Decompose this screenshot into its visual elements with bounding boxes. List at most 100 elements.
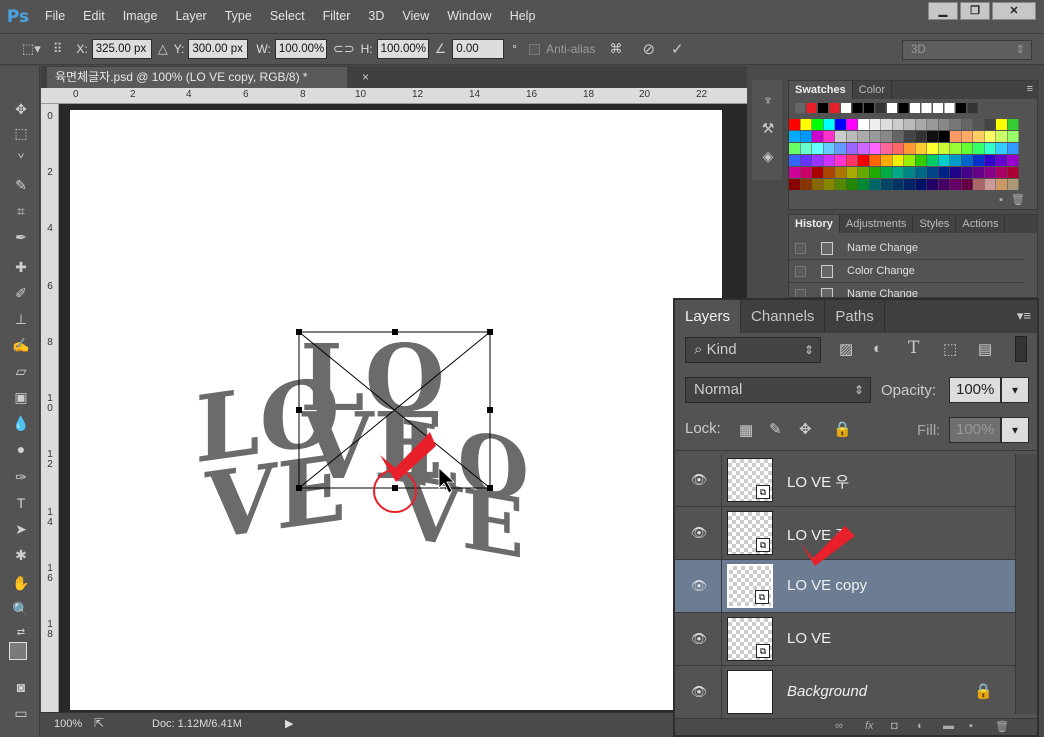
antialias-checkbox[interactable] — [529, 43, 541, 55]
swatch[interactable] — [996, 167, 1007, 178]
visibility-eye-icon[interactable]: 👁 — [689, 578, 709, 594]
swatch[interactable] — [858, 119, 869, 130]
swatch[interactable] — [950, 167, 961, 178]
menu-window[interactable]: Window — [438, 0, 500, 33]
eraser-tool-icon[interactable]: ▱ — [8, 360, 34, 382]
zoom-level[interactable]: 100% — [54, 718, 82, 730]
layer-name[interactable]: LO VE copy — [787, 577, 867, 594]
visibility-eye-icon[interactable]: 👁 — [689, 684, 709, 700]
swatch[interactable] — [841, 103, 851, 113]
filter-toggle[interactable] — [1015, 336, 1027, 362]
menu-3d[interactable]: 3D — [359, 0, 393, 33]
move-tool-icon[interactable]: ✥ — [8, 98, 34, 120]
layer-name[interactable]: LO VE 우 — [787, 471, 849, 492]
swatch[interactable] — [892, 131, 904, 142]
tab-layers[interactable]: Layers — [675, 300, 742, 333]
swatch[interactable] — [984, 155, 996, 166]
swatch[interactable] — [892, 143, 904, 154]
tool-presets-icon[interactable]: ⚒ — [758, 120, 778, 140]
swatch[interactable] — [1007, 143, 1019, 154]
menu-help[interactable]: Help — [501, 0, 545, 33]
x-field[interactable]: 325.00 px — [91, 39, 152, 59]
filter-adjustment-icon[interactable]: ◐ — [873, 340, 882, 357]
layer-name[interactable]: Background — [787, 683, 867, 700]
foreground-color-swatch[interactable] — [9, 642, 27, 660]
stamp-tool-icon[interactable]: ⊥ — [8, 308, 34, 330]
menu-type[interactable]: Type — [216, 0, 261, 33]
swatch[interactable] — [887, 103, 897, 113]
quick-select-tool-icon[interactable]: ✎ — [8, 174, 34, 196]
swatch[interactable] — [938, 119, 950, 130]
link-layers-icon[interactable]: ∞ — [835, 720, 843, 732]
export-icon[interactable]: ⇱ — [94, 716, 104, 730]
swatch[interactable] — [812, 143, 823, 154]
tab-styles[interactable]: Styles — [913, 215, 957, 233]
swatch[interactable] — [875, 103, 886, 113]
swatch[interactable] — [904, 179, 915, 190]
warp-icon[interactable]: ⌘ — [609, 41, 622, 57]
fill-field[interactable]: 100% — [949, 417, 1001, 443]
swatch[interactable] — [961, 143, 973, 154]
swatch[interactable] — [904, 119, 915, 130]
eyedropper-tool-icon[interactable]: ✒ — [8, 226, 34, 248]
swatch[interactable] — [806, 103, 817, 113]
swatch[interactable] — [973, 119, 984, 130]
swatch[interactable] — [835, 179, 846, 190]
gradient-tool-icon[interactable]: ▣ — [8, 386, 34, 408]
layer-row[interactable]: 👁 ⧉ LO VE 우 — [675, 454, 1015, 507]
layers-scrollbar[interactable] — [1015, 454, 1037, 714]
swatch[interactable] — [864, 103, 874, 113]
swatch[interactable] — [961, 179, 973, 190]
swatch[interactable] — [996, 119, 1007, 130]
swatch[interactable] — [846, 179, 858, 190]
zoom-tool-icon[interactable]: 🔍 — [8, 598, 34, 620]
swatch[interactable] — [852, 103, 863, 113]
delete-layer-icon[interactable]: 🗑 — [995, 720, 1009, 733]
layer-row[interactable]: 👁 ⧉ LO VE — [675, 613, 1015, 666]
screen-mode-icon[interactable]: ▭ — [8, 702, 34, 724]
swatch[interactable] — [892, 179, 904, 190]
swatch[interactable] — [846, 119, 858, 130]
swatch[interactable] — [789, 167, 800, 178]
swatch[interactable] — [927, 143, 938, 154]
visibility-eye-icon[interactable]: 👁 — [689, 525, 709, 541]
fx-icon[interactable]: fx — [865, 720, 874, 732]
marquee-tool-icon[interactable]: ⬚ — [8, 122, 34, 144]
angle-field[interactable]: 0.00 — [452, 39, 505, 59]
panel-menu-icon[interactable]: ≡ — [1027, 83, 1033, 95]
swatch[interactable] — [823, 143, 835, 154]
brush-presets-icon[interactable]: ♆ — [758, 92, 778, 112]
swatch[interactable] — [869, 119, 881, 130]
filter-type-icon[interactable]: T — [908, 338, 919, 358]
swatch[interactable] — [800, 119, 812, 130]
swatch[interactable] — [789, 179, 800, 190]
blur-tool-icon[interactable]: 💧 — [8, 412, 34, 434]
y-field[interactable]: 300.00 px — [188, 39, 249, 59]
3d-panel-icon[interactable]: ◈ — [758, 148, 778, 168]
swatch[interactable] — [927, 179, 938, 190]
menu-filter[interactable]: Filter — [314, 0, 360, 33]
history-item[interactable]: Color Change — [789, 260, 1025, 283]
history-item[interactable]: Name Change — [789, 237, 1025, 260]
cancel-transform-icon[interactable]: ⊘ — [642, 40, 655, 58]
swatch[interactable] — [789, 143, 800, 154]
fill-dropdown-icon[interactable]: ▾ — [1001, 417, 1029, 443]
swatch-grid[interactable] — [789, 101, 1019, 193]
swatch[interactable] — [904, 131, 915, 142]
swatch[interactable] — [835, 131, 846, 142]
swatch[interactable] — [961, 131, 973, 142]
swatch[interactable] — [915, 143, 927, 154]
swatch[interactable] — [927, 167, 938, 178]
swatch[interactable] — [973, 179, 984, 190]
visibility-eye-icon[interactable]: 👁 — [689, 472, 709, 488]
swatch[interactable] — [881, 155, 892, 166]
swatch[interactable] — [1007, 119, 1019, 130]
swatch[interactable] — [984, 167, 996, 178]
swatch[interactable] — [812, 119, 823, 130]
swatch[interactable] — [789, 119, 800, 130]
swatch[interactable] — [835, 143, 846, 154]
swatch[interactable] — [800, 155, 812, 166]
swatch[interactable] — [846, 131, 858, 142]
swatch[interactable] — [984, 179, 996, 190]
restore-button[interactable]: ❐ — [960, 2, 990, 20]
